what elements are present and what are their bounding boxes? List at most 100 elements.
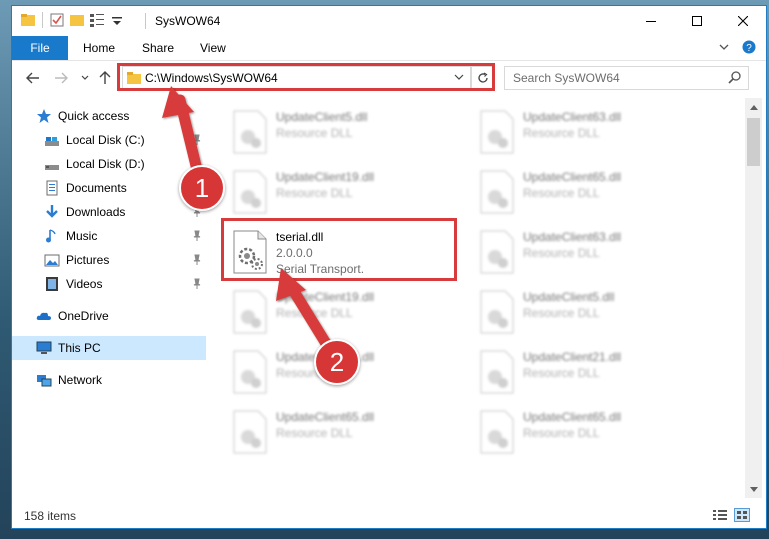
file-description: Resource DLL <box>523 126 600 140</box>
tab-file[interactable]: File <box>12 36 68 60</box>
sidebar-item-downloads[interactable]: Downloads <box>12 200 206 224</box>
close-button[interactable] <box>720 6 766 36</box>
file-name: UpdateClient63.dll <box>523 230 622 244</box>
sidebar-item-label: This PC <box>58 341 101 355</box>
new-folder-icon[interactable] <box>69 12 85 28</box>
step-1-badge: 1 <box>179 165 225 211</box>
sidebar-item-onedrive[interactable]: OneDrive <box>12 304 206 328</box>
chevron-up-icon <box>749 104 758 110</box>
music-icon <box>46 229 56 243</box>
file-description: Resource DLL <box>276 186 353 200</box>
up-arrow-icon <box>99 71 111 84</box>
file-tile[interactable]: UpdateClient63.dll Resource DLL <box>475 104 705 160</box>
sidebar-item-music[interactable]: Music <box>12 224 206 248</box>
file-name: UpdateClient5.dll <box>523 290 615 304</box>
file-name: UpdateClient63.dll <box>523 110 622 124</box>
network-icon <box>37 375 52 387</box>
file-tile[interactable]: UpdateClient21.dll Resource DLL <box>475 344 705 400</box>
vertical-scrollbar[interactable] <box>745 98 762 498</box>
file-tile[interactable]: UpdateClient19.dll Resource DLL <box>228 164 458 220</box>
file-tile[interactable]: UpdateClient65.dll Resource DLL <box>228 404 458 460</box>
maximize-button[interactable] <box>674 6 720 36</box>
pin-icon <box>193 230 201 241</box>
file-name: UpdateClient65.dll <box>276 410 375 424</box>
scroll-up-button[interactable] <box>745 98 762 115</box>
tiles-view-icon[interactable] <box>734 508 750 522</box>
title-divider <box>145 13 146 29</box>
recent-locations-button[interactable] <box>76 69 94 87</box>
dll-file-icon <box>233 170 267 214</box>
up-button[interactable] <box>96 69 114 87</box>
chevron-down-icon <box>749 486 758 492</box>
help-icon[interactable]: ? <box>742 40 756 54</box>
expand-ribbon-icon[interactable] <box>718 41 730 53</box>
ribbon-controls: ? <box>718 40 756 54</box>
details-view-icon[interactable] <box>712 508 728 522</box>
sidebar-item-pictures[interactable]: Pictures <box>12 248 206 272</box>
file-name: UpdateClient5.dll <box>276 110 368 124</box>
sidebar-item-label: Documents <box>66 181 127 195</box>
tab-home[interactable]: Home <box>83 36 115 60</box>
sidebar-item-videos[interactable]: Videos <box>12 272 206 296</box>
scroll-down-button[interactable] <box>745 481 762 498</box>
pc-icon <box>36 341 52 354</box>
file-tile[interactable]: UpdateClient5.dll Resource DLL <box>475 284 705 340</box>
file-tile[interactable]: UpdateClient65.dll Resource DLL <box>475 164 705 220</box>
file-name: UpdateClient65.dll <box>523 410 622 424</box>
status-bar: 158 items <box>12 500 766 528</box>
videos-icon <box>46 277 58 291</box>
documents-icon <box>46 180 58 196</box>
dll-file-icon <box>233 410 267 454</box>
sidebar-item-quick-access[interactable]: Quick access <box>12 104 206 128</box>
search-box[interactable]: Search SysWOW64 <box>504 66 749 90</box>
file-name: UpdateClient19.dll <box>276 290 375 304</box>
sidebar-item-local-disk-c[interactable]: Local Disk (C:) <box>12 128 206 152</box>
view-options-icon[interactable] <box>89 12 105 28</box>
pin-icon <box>193 254 201 265</box>
search-icon[interactable] <box>728 70 742 84</box>
forward-button[interactable] <box>52 69 70 87</box>
file-description: Resource DLL <box>523 366 600 380</box>
file-tile[interactable]: UpdateClient63.dll Resource DLL <box>475 224 705 280</box>
sidebar-item-this-pc[interactable]: This PC <box>12 336 206 360</box>
sidebar-item-label: Network <box>58 373 103 387</box>
sidebar-item-documents[interactable]: Documents <box>12 176 206 200</box>
file-tile[interactable]: UpdateClient19.dll Resource DLL <box>228 284 458 340</box>
file-description: Resource DLL <box>276 426 353 440</box>
folder-icon[interactable] <box>20 12 36 28</box>
download-icon <box>46 205 58 218</box>
sidebar-item-label: Videos <box>66 277 103 291</box>
ribbon-tabs: File Home Share View ? <box>12 36 766 61</box>
file-highlight-box <box>221 218 457 281</box>
sidebar-item-network[interactable]: Network <box>12 368 206 392</box>
tab-share[interactable]: Share <box>142 36 174 60</box>
scroll-thumb[interactable] <box>747 118 760 166</box>
file-name: UpdateClient65.dll <box>523 170 622 184</box>
pin-icon <box>193 278 201 289</box>
sidebar-item-label: OneDrive <box>58 309 109 323</box>
dll-file-icon <box>480 110 514 154</box>
view-toggle <box>712 508 750 522</box>
tab-view[interactable]: View <box>200 36 226 60</box>
sidebar-item-label: Downloads <box>66 205 126 219</box>
close-icon <box>738 16 748 26</box>
file-name: UpdateClient21.dll <box>523 350 622 364</box>
file-description: Resource DLL <box>523 186 600 200</box>
dll-file-icon <box>480 350 514 394</box>
sidebar-item-local-disk-d[interactable]: Local Disk (D:) <box>12 152 206 176</box>
file-tile[interactable]: UpdateClient65.dll Resource DLL <box>475 404 705 460</box>
address-highlight-box <box>117 63 495 91</box>
navigation-bar: C:\Windows\SysWOW64 Search SysWOW64 <box>12 61 766 94</box>
search-placeholder[interactable]: Search SysWOW64 <box>513 71 620 85</box>
drive-icon <box>45 165 59 170</box>
file-tile[interactable]: UpdateClient5.dll Resource DLL <box>228 104 458 160</box>
dll-file-icon <box>480 290 514 334</box>
customize-toolbar-icon[interactable] <box>109 12 125 28</box>
minimize-button[interactable] <box>628 6 674 36</box>
properties-icon[interactable] <box>49 12 65 28</box>
toolbar-separator <box>42 12 43 28</box>
dll-file-icon <box>480 170 514 214</box>
svg-text:?: ? <box>746 43 752 54</box>
sidebar-item-label: Local Disk (C:) <box>66 133 145 147</box>
back-button[interactable] <box>24 69 42 87</box>
